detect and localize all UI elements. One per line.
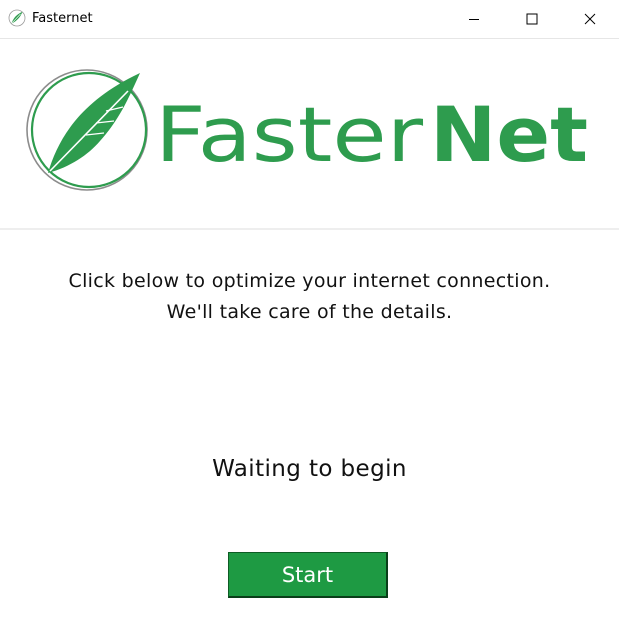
- close-icon: [584, 13, 596, 25]
- feather-icon: [48, 73, 140, 173]
- maximize-button[interactable]: [503, 0, 561, 38]
- instruction-line-2: We'll take care of the details.: [166, 301, 453, 323]
- feather-icon: [8, 9, 26, 27]
- logo-word-net: Net: [430, 90, 588, 179]
- instruction-line-1: Click below to optimize your internet co…: [68, 270, 551, 292]
- logo-word-faster: Faster: [155, 90, 424, 179]
- minimize-icon: [469, 19, 479, 20]
- header-divider: [0, 228, 619, 230]
- start-button[interactable]: Start: [228, 552, 388, 598]
- window-title: Fasternet: [32, 11, 93, 26]
- close-button[interactable]: [561, 0, 619, 38]
- fasternet-logo: Faster Net: [26, 69, 588, 191]
- maximize-icon: [526, 13, 538, 25]
- status-text: Waiting to begin: [212, 456, 407, 482]
- logo-banner: Faster Net: [0, 39, 619, 228]
- title-bar[interactable]: Fasternet: [0, 0, 619, 39]
- app-window: Fasternet Faster Net Click below to opti…: [0, 0, 619, 622]
- minimize-button[interactable]: [445, 0, 503, 38]
